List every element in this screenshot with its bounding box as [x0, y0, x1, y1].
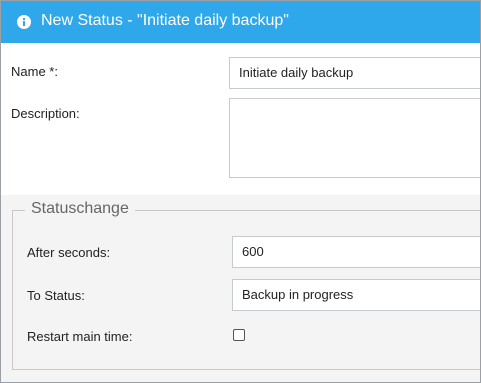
- name-label: Name *:: [11, 64, 58, 79]
- name-field[interactable]: Initiate daily backup: [229, 57, 480, 89]
- statuschange-fieldset: Statuschange After seconds: 600 To Statu…: [1, 195, 480, 382]
- after-seconds-field[interactable]: 600: [232, 236, 480, 268]
- to-status-select[interactable]: Backup in progress: [232, 279, 480, 311]
- after-seconds-label: After seconds:: [27, 245, 111, 260]
- dialog-title: New Status - "Initiate daily backup": [41, 12, 289, 29]
- description-field[interactable]: [229, 98, 480, 178]
- restart-main-time-label: Restart main time:: [27, 329, 133, 344]
- to-status-label: To Status:: [27, 288, 85, 303]
- statuschange-legend: Statuschange: [25, 200, 135, 218]
- restart-main-time-checkbox[interactable]: [233, 329, 245, 341]
- new-status-dialog: New Status - "Initiate daily backup" Nam…: [0, 0, 481, 383]
- dialog-titlebar: New Status - "Initiate daily backup": [1, 1, 480, 43]
- description-label: Description:: [11, 106, 80, 121]
- info-icon: [17, 15, 31, 29]
